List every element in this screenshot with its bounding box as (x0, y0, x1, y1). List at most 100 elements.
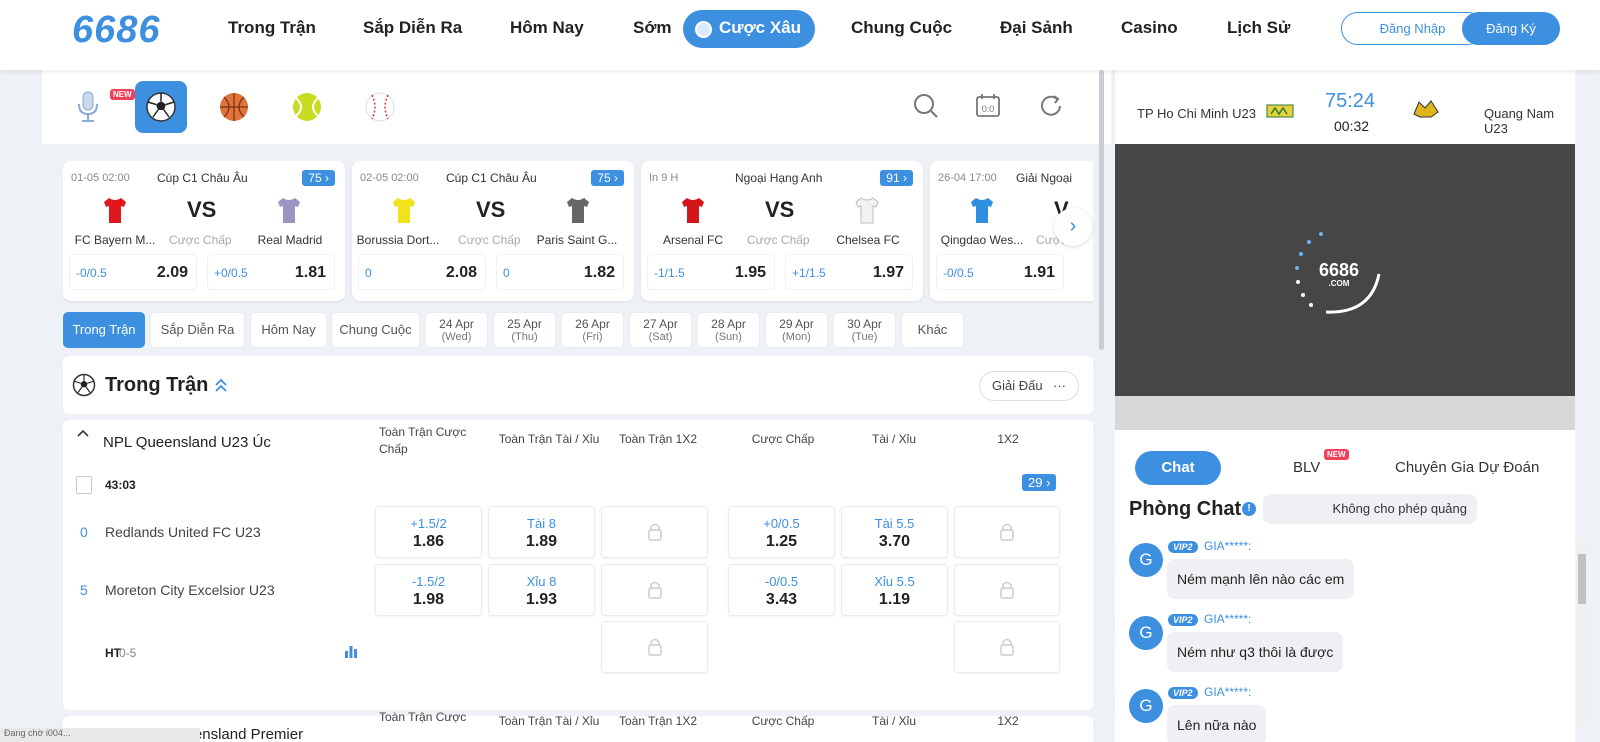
odds-button[interactable]: 0 2.08 (358, 254, 486, 290)
tab-date-weekday: (Sat) (648, 331, 673, 343)
nav-cuoc-xau[interactable]: Cược Xâu (683, 10, 816, 48)
loading-spinner-icon: 6686 .COM (1295, 232, 1381, 314)
tab-khac[interactable]: Khác (901, 312, 964, 348)
main-scrollbar[interactable] (1099, 70, 1104, 350)
tab-blv[interactable]: BLV (1293, 451, 1320, 485)
tab-date-day: 26 Apr (575, 317, 610, 331)
odds-cell[interactable]: Tài 8 1.89 (488, 506, 595, 558)
tab-trong-tran[interactable]: Trong Trận (63, 312, 145, 348)
away-team-logo-icon (1413, 100, 1439, 118)
vs-label: VS (476, 197, 506, 222)
odds-button[interactable]: -0/0.5 1.91 (936, 254, 1064, 290)
odds-cell[interactable]: Tài 5.5 3.70 (841, 506, 948, 558)
live-panel: TP Ho Chi Minh U23 75:24 00:32 Quang Nam… (1115, 70, 1575, 742)
sport-basketball[interactable] (208, 81, 260, 133)
odds-cell[interactable]: +0/0.5 1.25 (728, 506, 835, 558)
nav-chung-cuoc[interactable]: Chung Cuộc (851, 18, 952, 38)
away-shirt-icon (278, 198, 300, 223)
nav-casino[interactable]: Casino (1121, 18, 1178, 38)
away-team: Moreton City Excelsior U23 (105, 582, 275, 598)
odds-cell[interactable]: -1.5/2 1.98 (375, 564, 482, 616)
tab-chung-cuoc[interactable]: Chung Cuộc (331, 312, 420, 348)
odds-cell[interactable]: Xỉu 5.5 1.19 (841, 564, 948, 616)
video-control-bar[interactable] (1115, 396, 1575, 430)
next-matches-arrow[interactable]: › (1054, 208, 1092, 246)
market-count-button[interactable]: 91 › (880, 170, 913, 186)
tab-date[interactable]: 29 Apr (Mon) (765, 312, 828, 348)
scoreboard-icon[interactable]: 0:0 (974, 92, 1002, 120)
tab-hom-nay[interactable]: Hôm Nay (250, 312, 327, 348)
chat-scrollbar[interactable] (1577, 542, 1587, 727)
match-card[interactable]: In 9 H Ngoại Hạng Anh 91 › VS Arsenal FC… (641, 161, 923, 301)
home-shirt-icon (682, 198, 704, 223)
odds-cell[interactable]: Xỉu 8 1.93 (488, 564, 595, 616)
odds-cell[interactable]: +1.5/2 1.86 (375, 506, 482, 558)
tab-date[interactable]: 25 Apr (Thu) (493, 312, 556, 348)
match-date: 26-04 17:00 (938, 172, 997, 184)
col-header: Tài / Xỉu (871, 714, 916, 728)
section-title: Trong Trận (105, 374, 209, 396)
handicap: Xỉu 5.5 (874, 574, 915, 589)
chat-text: Lên nữa nào (1167, 705, 1267, 742)
tab-date[interactable]: 30 Apr (Tue) (833, 312, 896, 348)
nav-sap-dien-ra[interactable]: Sắp Diễn Ra (363, 18, 462, 38)
search-icon[interactable] (912, 92, 940, 120)
match-date: 01-05 02:00 (71, 172, 130, 184)
favorite-checkbox[interactable] (76, 476, 92, 494)
odds: 1.97 (872, 264, 904, 281)
odds-button[interactable]: -0/0.5 2.09 (69, 254, 197, 290)
match-card[interactable]: 01-05 02:00 Cúp C1 Châu Âu 75 › VS FC Ba… (63, 161, 345, 301)
tab-date-weekday: (Fri) (582, 331, 603, 343)
market-count-button[interactable]: 75 › (591, 170, 624, 186)
nav-trong-tran[interactable]: Trong Trận (228, 18, 316, 38)
bet-type: Cược Chấp (458, 233, 521, 247)
sport-baseball[interactable] (354, 81, 406, 133)
handicap: 0 (365, 266, 372, 280)
more-icon: ··· (1053, 378, 1066, 393)
locked-cell (954, 621, 1060, 673)
tab-chat[interactable]: Chat (1135, 451, 1221, 485)
new-badge: NEW (1324, 449, 1349, 460)
nav-cuoc-xau-label: Cược Xâu (719, 18, 802, 37)
odds-button[interactable]: 0 1.82 (496, 254, 624, 290)
handicap: -1.5/2 (411, 574, 446, 589)
tab-date[interactable]: 27 Apr (Sat) (629, 312, 692, 348)
away-score: 5 (80, 582, 88, 598)
refresh-icon[interactable] (1037, 92, 1065, 120)
tab-sap-dien-ra[interactable]: Sắp Diễn Ra (150, 312, 245, 348)
odds-button[interactable]: -1/1.5 1.95 (647, 254, 775, 290)
stats-icon[interactable] (344, 644, 358, 658)
chat-scrollbar-thumb[interactable] (1578, 554, 1586, 604)
nav-hom-nay[interactable]: Hôm Nay (510, 18, 584, 38)
register-button[interactable]: Đăng Ký (1462, 12, 1560, 45)
handicap: Xỉu 8 (526, 574, 557, 589)
video-player[interactable]: 6686 .COM (1115, 144, 1575, 396)
tab-date[interactable]: 24 Apr (Wed) (425, 312, 488, 348)
league-block: NPL Queensland U23 Úc Toàn Trận Cược Chấ… (63, 420, 1093, 710)
odds-button[interactable]: +0/0.5 1.81 (207, 254, 335, 290)
match-card[interactable]: 02-05 02:00 Cúp C1 Châu Âu 75 › VS Borus… (352, 161, 634, 301)
league-filter-label: Giải Đấu (992, 378, 1043, 393)
tab-date[interactable]: 28 Apr (Sun) (697, 312, 760, 348)
tab-date-weekday: (Tue) (851, 331, 878, 343)
nav-dai-sanh[interactable]: Đại Sảnh (1000, 18, 1073, 38)
chevron-up-icon[interactable] (76, 427, 90, 441)
col-header: Toàn Trận 1X2 (618, 432, 698, 446)
market-count-button[interactable]: 75 › (302, 170, 335, 186)
sport-live-commentary[interactable]: NEW (62, 81, 135, 133)
sport-tennis[interactable] (281, 81, 333, 133)
sport-soccer[interactable] (135, 81, 187, 133)
odds-cell[interactable]: -0/0.5 3.43 (728, 564, 835, 616)
league-filter-button[interactable]: Giải Đấu ··· (979, 371, 1079, 401)
tab-date[interactable]: 26 Apr (Fri) (561, 312, 624, 348)
odds: 1.82 (583, 264, 615, 281)
nav-som[interactable]: Sớm (633, 18, 672, 38)
nav-lich-su[interactable]: Lịch Sử (1227, 18, 1290, 38)
vs-label: VS (187, 197, 217, 222)
market-count-button[interactable]: 29 › (1022, 474, 1057, 491)
info-icon[interactable]: ! (1242, 502, 1256, 516)
odds-button[interactable]: +1/1.5 1.97 (785, 254, 913, 290)
collapse-icon[interactable] (213, 377, 229, 393)
vip-badge: VIP2 (1168, 541, 1198, 553)
tab-chuyen-gia[interactable]: Chuyên Gia Dự Đoán (1395, 451, 1539, 485)
